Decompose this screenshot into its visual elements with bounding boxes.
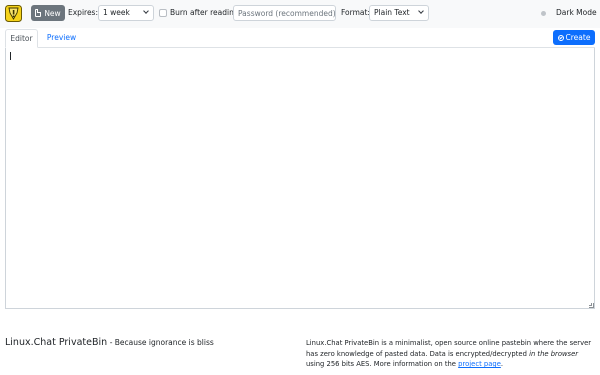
editor-tabs: Editor Preview bbox=[5, 29, 595, 48]
create-button[interactable]: Create bbox=[553, 30, 595, 45]
format-label: Format: bbox=[341, 8, 370, 17]
chevron-down-icon bbox=[143, 8, 149, 14]
text-cursor bbox=[10, 52, 11, 60]
new-button-label: New bbox=[44, 8, 61, 18]
about-text-end: . bbox=[500, 360, 504, 368]
expires-label: Expires: bbox=[68, 8, 98, 17]
new-button[interactable]: New bbox=[31, 5, 65, 21]
footer-branding: Linux.Chat PrivateBin - Because ignoranc… bbox=[5, 337, 214, 348]
about-text-emphasis: in the browser bbox=[529, 349, 579, 358]
check-circle-icon bbox=[557, 34, 564, 41]
footer-tagline: - Because ignorance is bliss bbox=[109, 338, 214, 347]
format-select[interactable]: Plain Text bbox=[369, 5, 429, 21]
paste-textarea[interactable] bbox=[6, 48, 594, 308]
file-icon bbox=[35, 9, 42, 17]
tab-preview[interactable]: Preview bbox=[45, 29, 78, 48]
format-value: Plain Text bbox=[374, 8, 410, 17]
resize-handle[interactable] bbox=[589, 303, 594, 308]
dark-mode-toggle[interactable] bbox=[541, 11, 546, 16]
paste-editor bbox=[5, 48, 595, 309]
about-text-2: using 256 bits AES. More information on … bbox=[306, 360, 459, 368]
dark-mode-label: Dark Mode bbox=[556, 8, 597, 17]
expires-select[interactable]: 1 week bbox=[98, 5, 154, 21]
password-input[interactable] bbox=[233, 5, 336, 21]
burn-after-reading-label: Burn after reading bbox=[170, 8, 239, 17]
chevron-down-icon bbox=[418, 8, 424, 14]
footer-brand-name: Linux.Chat PrivateBin bbox=[5, 337, 108, 348]
burn-after-reading-checkbox[interactable] bbox=[159, 9, 167, 17]
tab-editor[interactable]: Editor bbox=[5, 29, 38, 48]
expires-value: 1 week bbox=[103, 8, 130, 17]
footer-about: Linux.Chat PrivateBin is a minimalist, o… bbox=[306, 338, 598, 370]
create-button-label: Create bbox=[565, 33, 591, 42]
project-page-link[interactable]: project page bbox=[458, 360, 501, 368]
privatebin-logo-icon[interactable] bbox=[5, 5, 22, 22]
top-toolbar: New Expires: 1 week Burn after reading F… bbox=[0, 0, 600, 28]
